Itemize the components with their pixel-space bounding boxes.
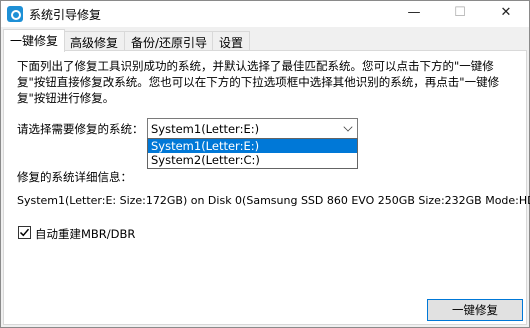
tab-bar: 一键修复 高级修复 备份/还原引导 设置	[3, 29, 527, 52]
description-text: 下面列出了修复工具识别成功的系统，并默认选择了最佳匹配系统。您可以点击下方的"一…	[17, 59, 500, 105]
app-window: 系统引导修复 — ☐ ✕ 一键修复 高级修复 备份/还原引导 设置 下面列出了修…	[0, 0, 530, 328]
tab-settings[interactable]: 设置	[212, 31, 251, 51]
system-details-label: 修复的系统详细信息：	[17, 170, 132, 184]
system-select[interactable]: System1(Letter:E:)	[147, 118, 358, 139]
tab-backup-restore[interactable]: 备份/还原引导	[124, 31, 215, 51]
tab-one-click-repair[interactable]: 一键修复	[3, 29, 66, 52]
checkmark-icon	[19, 228, 30, 237]
dropdown-option[interactable]: System2(Letter:C:)	[148, 153, 357, 167]
one-click-repair-button[interactable]: 一键修复	[427, 299, 523, 321]
system-details-text: System1(Letter:E: Size:172GB) on Disk 0(…	[17, 194, 530, 207]
title-bar: 系统引导修复 — ☐ ✕	[1, 1, 529, 27]
dropdown-option[interactable]: System1(Letter:E:)	[148, 139, 357, 153]
minimize-button[interactable]: —	[391, 1, 437, 27]
rebuild-mbr-checkbox[interactable]	[18, 226, 31, 239]
repair-panel: 下面列出了修复工具识别成功的系统，并默认选择了最佳匹配系统。您可以点击下方的"一…	[3, 50, 530, 325]
window-title: 系统引导修复	[29, 8, 102, 22]
rebuild-mbr-label: 自动重建MBR/DBR	[35, 227, 136, 241]
system-dropdown-list: System1(Letter:E:) System2(Letter:C:)	[147, 138, 358, 169]
tab-advanced-repair[interactable]: 高级修复	[63, 31, 126, 51]
chevron-down-icon	[343, 122, 353, 132]
select-system-label: 请选择需要修复的系统：	[17, 122, 144, 136]
app-icon	[7, 6, 23, 22]
system-select-value: System1(Letter:E:)	[151, 122, 260, 136]
close-button[interactable]: ✕	[483, 1, 529, 27]
maximize-button[interactable]: ☐	[437, 1, 483, 27]
